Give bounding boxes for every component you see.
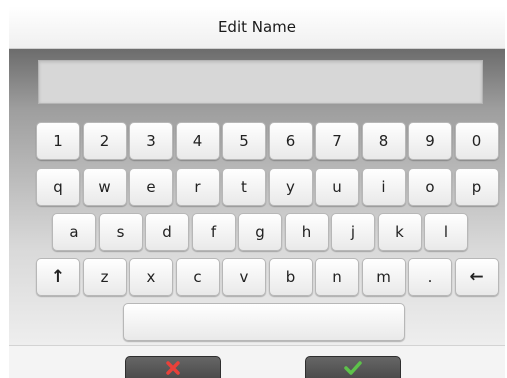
key-t[interactable]: t bbox=[222, 168, 266, 206]
red-x-icon bbox=[166, 361, 180, 375]
key-f[interactable]: f bbox=[191, 213, 236, 251]
key-i[interactable]: i bbox=[361, 168, 406, 206]
key-q[interactable]: q bbox=[36, 168, 80, 206]
key-r[interactable]: r bbox=[175, 168, 220, 206]
key-s[interactable]: s bbox=[98, 213, 143, 251]
cancel-button[interactable] bbox=[125, 356, 221, 378]
key-1[interactable]: 1 bbox=[36, 122, 80, 160]
key-z[interactable]: z bbox=[82, 258, 127, 296]
action-bar bbox=[9, 345, 505, 378]
title-bar: Edit Name bbox=[9, 6, 505, 49]
key-period[interactable]: . bbox=[408, 258, 452, 296]
key-h[interactable]: h bbox=[284, 213, 329, 251]
key-u[interactable]: u bbox=[315, 168, 359, 206]
key-7[interactable]: 7 bbox=[315, 122, 359, 160]
key-5[interactable]: 5 bbox=[222, 122, 266, 160]
key-c[interactable]: c bbox=[175, 258, 220, 296]
key-g[interactable]: g bbox=[238, 213, 282, 251]
key-k[interactable]: k bbox=[377, 213, 422, 251]
key-l[interactable]: l bbox=[424, 213, 468, 251]
key-o[interactable]: o bbox=[408, 168, 452, 206]
confirm-button[interactable] bbox=[305, 356, 401, 378]
space-bar[interactable] bbox=[123, 303, 405, 341]
key-y[interactable]: y bbox=[268, 168, 313, 206]
key-a[interactable]: a bbox=[52, 213, 96, 251]
key-2[interactable]: 2 bbox=[82, 122, 127, 160]
key-8[interactable]: 8 bbox=[361, 122, 406, 160]
key-n[interactable]: n bbox=[315, 258, 359, 296]
key-3[interactable]: 3 bbox=[129, 122, 173, 160]
green-checkmark-icon bbox=[344, 361, 362, 375]
key-4[interactable]: 4 bbox=[175, 122, 220, 160]
key-j[interactable]: j bbox=[331, 213, 375, 251]
key-0[interactable]: 0 bbox=[454, 122, 499, 160]
key-shift[interactable]: ↑ bbox=[36, 258, 80, 296]
key-m[interactable]: m bbox=[361, 258, 406, 296]
key-v[interactable]: v bbox=[222, 258, 266, 296]
name-input[interactable] bbox=[38, 60, 483, 104]
keyboard-panel: 1 2 3 4 5 6 7 8 9 0 q w e r t y u i o p a s d f g h j k l ↑ z x c v b n m. ← bbox=[9, 49, 505, 345]
edit-name-screen: Edit Name 1 2 3 4 5 6 7 8 9 0 q w e r t y u i o p a s d f g h j k l ↑… bbox=[9, 6, 505, 378]
key-p[interactable]: p bbox=[454, 168, 499, 206]
key-9[interactable]: 9 bbox=[408, 122, 452, 160]
key-d[interactable]: d bbox=[145, 213, 189, 251]
key-b[interactable]: b bbox=[268, 258, 313, 296]
key-w[interactable]: w bbox=[82, 168, 127, 206]
key-backspace[interactable]: ← bbox=[454, 258, 499, 296]
key-x[interactable]: x bbox=[129, 258, 173, 296]
page-title: Edit Name bbox=[217, 18, 297, 36]
key-6[interactable]: 6 bbox=[268, 122, 313, 160]
key-e[interactable]: e bbox=[129, 168, 173, 206]
